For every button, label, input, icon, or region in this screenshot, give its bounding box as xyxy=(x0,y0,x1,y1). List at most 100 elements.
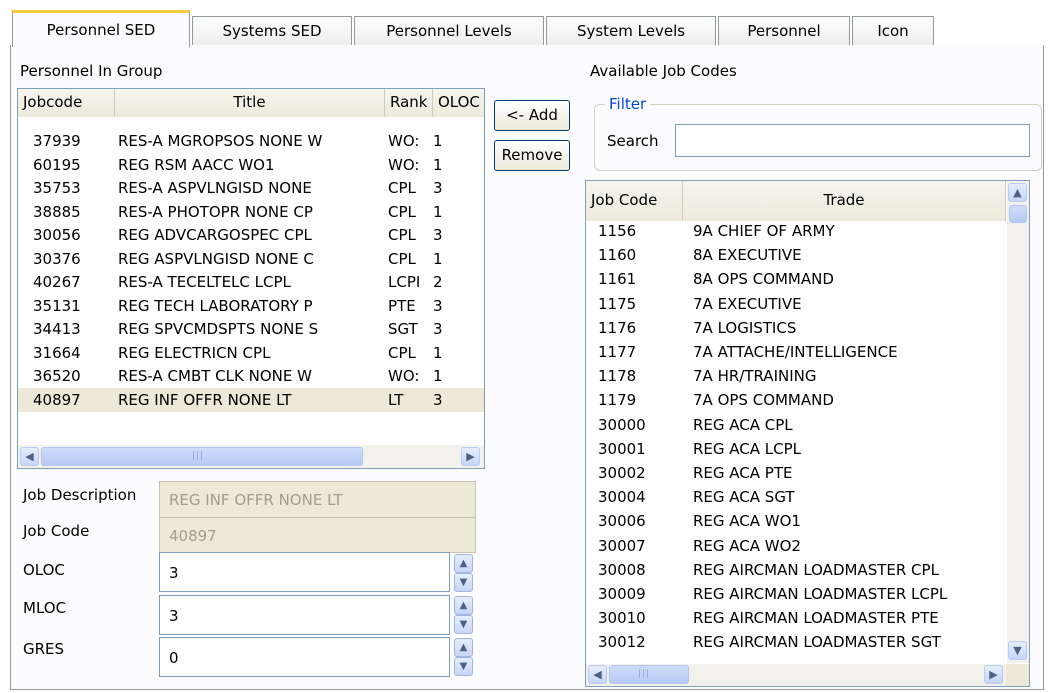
table-row[interactable]: 30006 REG ACA WO1 xyxy=(586,509,1006,533)
table-row[interactable]: 35131 REG TECH LABORATORY P PTE 3 xyxy=(18,294,484,318)
tab-icon[interactable]: Icon xyxy=(852,16,934,46)
cell-rank: LT xyxy=(388,390,404,409)
cell-jobcode: 60195 xyxy=(33,155,81,174)
cell-oloc: 3 xyxy=(433,226,443,244)
cell-rank: WO: xyxy=(388,132,420,150)
remove-button[interactable]: Remove xyxy=(494,140,570,171)
oloc-spinner[interactable]: ▲ ▼ xyxy=(454,554,473,592)
column-header-jobcode[interactable]: Jobcode xyxy=(18,89,115,117)
table-row[interactable]: 30007 REG ACA WO2 xyxy=(586,534,1006,558)
table-row[interactable]: 40897 REG INF OFFR NONE LT LT 3 xyxy=(18,387,484,412)
table-row[interactable]: 36520 RES-A CMBT CLK NONE W WO: 1 xyxy=(18,364,484,388)
table-row[interactable]: 37939 RES-A MGROPSOS NONE W WO: 1 xyxy=(18,129,484,153)
cell-job-code: 1175 xyxy=(598,294,637,313)
chevron-down-icon[interactable]: ▼ xyxy=(454,657,473,676)
cell-oloc: 1 xyxy=(433,202,443,221)
search-input[interactable] xyxy=(675,124,1030,157)
table-row[interactable]: 30002 REG ACA PTE xyxy=(586,461,1006,485)
table-row[interactable]: 1176 7A LOGISTICS xyxy=(586,316,1006,340)
mloc-spinner[interactable]: ▲ ▼ xyxy=(454,596,473,634)
job-description-label: Job Description xyxy=(23,486,137,504)
chevron-right-icon[interactable]: ▶ xyxy=(461,447,480,466)
table-row[interactable]: 1177 7A ATTACHE/INTELLIGENCE xyxy=(586,340,1006,364)
table-row[interactable]: 60195 REG RSM AACC WO1 WO: 1 xyxy=(18,153,484,177)
personnel-in-group-label: Personnel In Group xyxy=(20,62,163,80)
cell-rank: SGT xyxy=(388,320,418,338)
table-row[interactable]: 30056 REG ADVCARGOSPEC CPL CPL 3 xyxy=(18,223,484,247)
job-code-vscroll-thumb[interactable] xyxy=(1009,205,1027,223)
table-row[interactable]: 30004 REG ACA SGT xyxy=(586,485,1006,509)
tab-personnel-levels[interactable]: Personnel Levels xyxy=(354,16,544,46)
chevron-up-icon[interactable]: ▲ xyxy=(454,554,473,573)
chevron-down-icon[interactable]: ▼ xyxy=(1008,641,1027,660)
gres-spinner[interactable]: ▲ ▼ xyxy=(454,638,473,676)
tab-label: Personnel SED xyxy=(46,21,156,39)
column-header-trade[interactable]: Trade xyxy=(683,181,1006,221)
filter-legend: Filter xyxy=(605,95,651,113)
table-row[interactable]: 1156 9A CHIEF OF ARMY xyxy=(586,219,1006,243)
cell-jobcode: 35131 xyxy=(33,296,81,315)
column-header-title[interactable]: Title xyxy=(115,89,385,117)
job-code-hscrollbar[interactable]: ◀ ||| ▶ xyxy=(586,664,1029,686)
table-row[interactable]: 30008 REG AIRCMAN LOADMASTER CPL xyxy=(586,558,1006,582)
chevron-right-icon[interactable]: ▶ xyxy=(984,665,1003,684)
tab-system-levels[interactable]: System Levels xyxy=(546,16,716,46)
cell-trade: 7A HR/TRAINING xyxy=(693,367,817,386)
table-row[interactable]: 30376 REG ASPVLNGISD NONE C CPL 1 xyxy=(18,247,484,271)
job-code-hscroll-thumb[interactable]: ||| xyxy=(609,665,689,684)
table-row[interactable]: 30010 REG AIRCMAN LOADMASTER PTE xyxy=(586,606,1006,630)
job-code-list[interactable]: Job Code Trade 1156 9A CHIEF OF ARMY 1160 8… xyxy=(585,180,1030,687)
cell-title: REG ASPVLNGISD NONE C xyxy=(118,249,314,268)
table-row[interactable]: 30000 REG ACA CPL xyxy=(586,413,1006,437)
personnel-list-header: Jobcode Title Rank OLOC xyxy=(18,89,484,117)
cell-trade: REG AIRCMAN LOADMASTER PTE xyxy=(693,609,939,628)
tab-systems-sed[interactable]: Systems SED xyxy=(192,16,352,46)
table-row[interactable]: 38885 RES-A PHOTOPR NONE CP CPL 1 xyxy=(18,200,484,224)
chevron-up-icon[interactable]: ▲ xyxy=(454,596,473,615)
personnel-hscrollbar[interactable]: ◀ ||| ▶ xyxy=(18,445,484,468)
table-row[interactable]: 1179 7A OPS COMMAND xyxy=(586,388,1006,412)
cell-trade: 7A ATTACHE/INTELLIGENCE xyxy=(693,343,898,361)
oloc-field[interactable]: 3 xyxy=(159,552,450,592)
cell-job-code: 1176 xyxy=(598,318,637,337)
cell-oloc: 1 xyxy=(433,155,443,174)
cell-job-code: 30009 xyxy=(598,585,646,603)
cell-job-code: 1161 xyxy=(598,270,637,289)
cell-job-code: 30007 xyxy=(598,536,646,555)
table-row[interactable]: 30001 REG ACA LCPL xyxy=(586,437,1006,461)
tab-personnel[interactable]: Personnel xyxy=(718,16,850,46)
cell-title: REG TECH LABORATORY P xyxy=(118,296,313,315)
chevron-up-icon[interactable]: ▲ xyxy=(1008,183,1027,202)
chevron-left-icon[interactable]: ◀ xyxy=(588,665,607,684)
table-row[interactable]: 1175 7A EXECUTIVE xyxy=(586,292,1006,316)
table-row[interactable]: 1178 7A HR/TRAINING xyxy=(586,364,1006,388)
tab-label: Icon xyxy=(877,22,909,40)
chevron-down-icon[interactable]: ▼ xyxy=(454,573,473,592)
cell-jobcode: 38885 xyxy=(33,202,81,221)
table-row[interactable]: 30009 REG AIRCMAN LOADMASTER LCPL xyxy=(586,582,1006,606)
table-row[interactable]: 30012 REG AIRCMAN LOADMASTER SGT xyxy=(586,630,1006,654)
cell-trade: 7A EXECUTIVE xyxy=(693,294,802,313)
table-row[interactable]: 1161 8A OPS COMMAND xyxy=(586,267,1006,291)
chevron-up-icon[interactable]: ▲ xyxy=(454,638,473,657)
table-row[interactable]: 1160 8A EXECUTIVE xyxy=(586,243,1006,267)
table-row[interactable]: 31664 REG ELECTRICN CPL CPL 1 xyxy=(18,341,484,365)
mloc-field[interactable]: 3 xyxy=(159,595,450,635)
cell-title: REG RSM AACC WO1 xyxy=(118,155,275,174)
personnel-hscroll-thumb[interactable]: ||| xyxy=(41,447,363,466)
chevron-down-icon[interactable]: ▼ xyxy=(454,615,473,634)
column-header-oloc[interactable]: OLOC xyxy=(433,89,484,117)
job-code-vscrollbar[interactable]: ▲ ▼ xyxy=(1007,181,1029,663)
tab-personnel-sed[interactable]: Personnel SED xyxy=(12,10,190,47)
table-row[interactable]: 40267 RES-A TECELTELC LCPL LCPI 2 xyxy=(18,270,484,294)
table-row[interactable]: 34413 REG SPVCMDSPTS NONE S SGT 3 xyxy=(18,317,484,341)
cell-trade: REG ACA PTE xyxy=(693,464,793,482)
chevron-left-icon[interactable]: ◀ xyxy=(20,447,39,466)
add-button[interactable]: <- Add xyxy=(494,100,570,131)
cell-title: RES-A TECELTELC LCPL xyxy=(118,273,291,291)
column-header-rank[interactable]: Rank xyxy=(385,89,433,117)
column-header-job-code[interactable]: Job Code xyxy=(586,181,683,221)
gres-field[interactable]: 0 xyxy=(159,637,450,677)
table-row[interactable]: 35753 RES-A ASPVLNGISD NONE CPL 3 xyxy=(18,176,484,200)
personnel-list[interactable]: Jobcode Title Rank OLOC 37939 RES-A MGROP… xyxy=(17,88,485,469)
